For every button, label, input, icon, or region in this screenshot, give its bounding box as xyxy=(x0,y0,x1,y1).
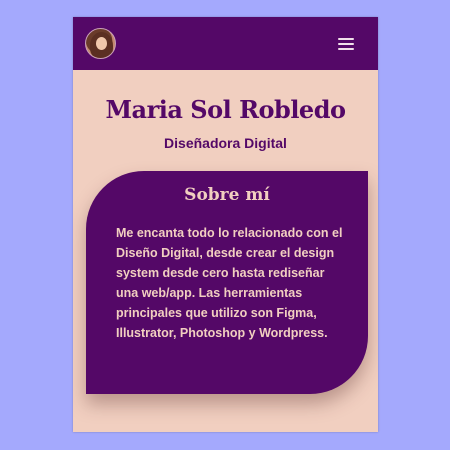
menu-bar-bottom xyxy=(338,48,354,50)
avatar[interactable] xyxy=(85,28,116,59)
profile-role: Diseñadora Digital xyxy=(164,135,287,151)
menu-bar-middle xyxy=(338,43,354,45)
hamburger-menu-icon[interactable] xyxy=(338,38,354,50)
mobile-page: Maria Sol Robledo Diseñadora Digital Sob… xyxy=(73,17,378,432)
menu-bar-top xyxy=(338,38,354,40)
about-title: Sobre mí xyxy=(184,185,270,205)
navbar xyxy=(73,17,378,70)
about-card: Sobre mí Me encanta todo lo relacionado … xyxy=(86,171,368,394)
about-text: Me encanta todo lo relacionado con el Di… xyxy=(116,226,343,340)
profile-name: Maria Sol Robledo xyxy=(105,95,346,124)
avatar-face xyxy=(96,37,107,50)
